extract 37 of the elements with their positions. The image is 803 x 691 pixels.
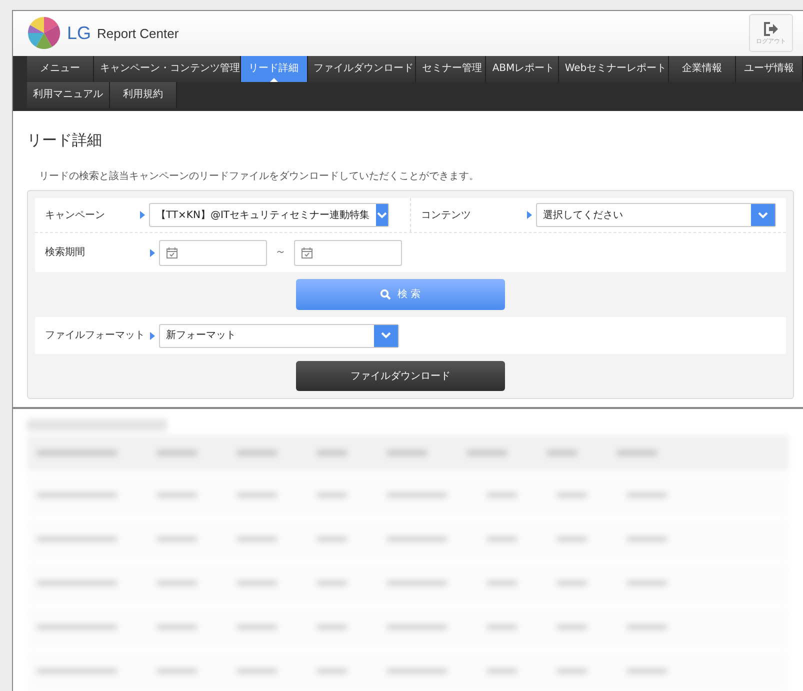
nav-tab[interactable]: 利用規約 — [110, 82, 177, 108]
triangle-icon — [527, 211, 532, 219]
date-field[interactable] — [159, 240, 267, 266]
nav-tab[interactable]: キャンペーン・コンテンツ管理 — [94, 56, 241, 82]
field-label: ファイルフォーマット — [44, 329, 146, 343]
pie-chart-logo-icon — [27, 16, 61, 50]
triangle-icon — [150, 332, 155, 340]
nav-tab[interactable]: Webセミナーレポート — [558, 56, 669, 82]
field-label: コンテンツ — [420, 208, 472, 222]
range-separator: ～ — [275, 244, 286, 260]
triangle-icon — [140, 211, 145, 219]
logout-icon — [763, 20, 779, 37]
field-label: キャンペーン — [44, 208, 106, 222]
nav-tab[interactable]: セミナー管理 — [416, 56, 486, 82]
format-select[interactable]: 新フォーマット — [159, 324, 399, 348]
nav-tab[interactable]: ABMレポート — [486, 56, 559, 82]
nav-tab[interactable]: ファイルダウンロード — [308, 56, 416, 82]
chevron-down-icon — [758, 212, 768, 218]
calendar-icon — [301, 246, 313, 258]
search-icon — [380, 289, 392, 300]
nav-tab[interactable]: メニュー — [27, 56, 94, 82]
page-description: リードの検索と該当キャンペーンのリードファイルをダウンロードしていただくことができます。 — [39, 170, 480, 184]
field-label: 検索期間 — [44, 246, 86, 260]
chevron-down-icon — [381, 332, 391, 339]
campaign-select[interactable]: 【TT×KN】@ITセキュリティセミナー連動特集 — [149, 203, 389, 227]
contents-select[interactable]: 選択してください — [536, 203, 776, 227]
page-title: リード詳細 — [27, 130, 103, 150]
download-button[interactable]: ファイルダウンロード — [296, 361, 505, 391]
logo-text: LG — [67, 22, 92, 45]
calendar-icon — [166, 246, 178, 258]
triangle-icon — [150, 248, 155, 256]
nav-tab[interactable]: ユーザ情報 — [736, 56, 803, 82]
date-field[interactable] — [294, 240, 402, 266]
nav-tab[interactable]: 利用マニュアル — [27, 82, 110, 108]
chevron-down-icon — [376, 212, 387, 218]
app-title: Report Center — [97, 24, 179, 43]
nav-tab[interactable]: 企業情報 — [669, 56, 736, 82]
